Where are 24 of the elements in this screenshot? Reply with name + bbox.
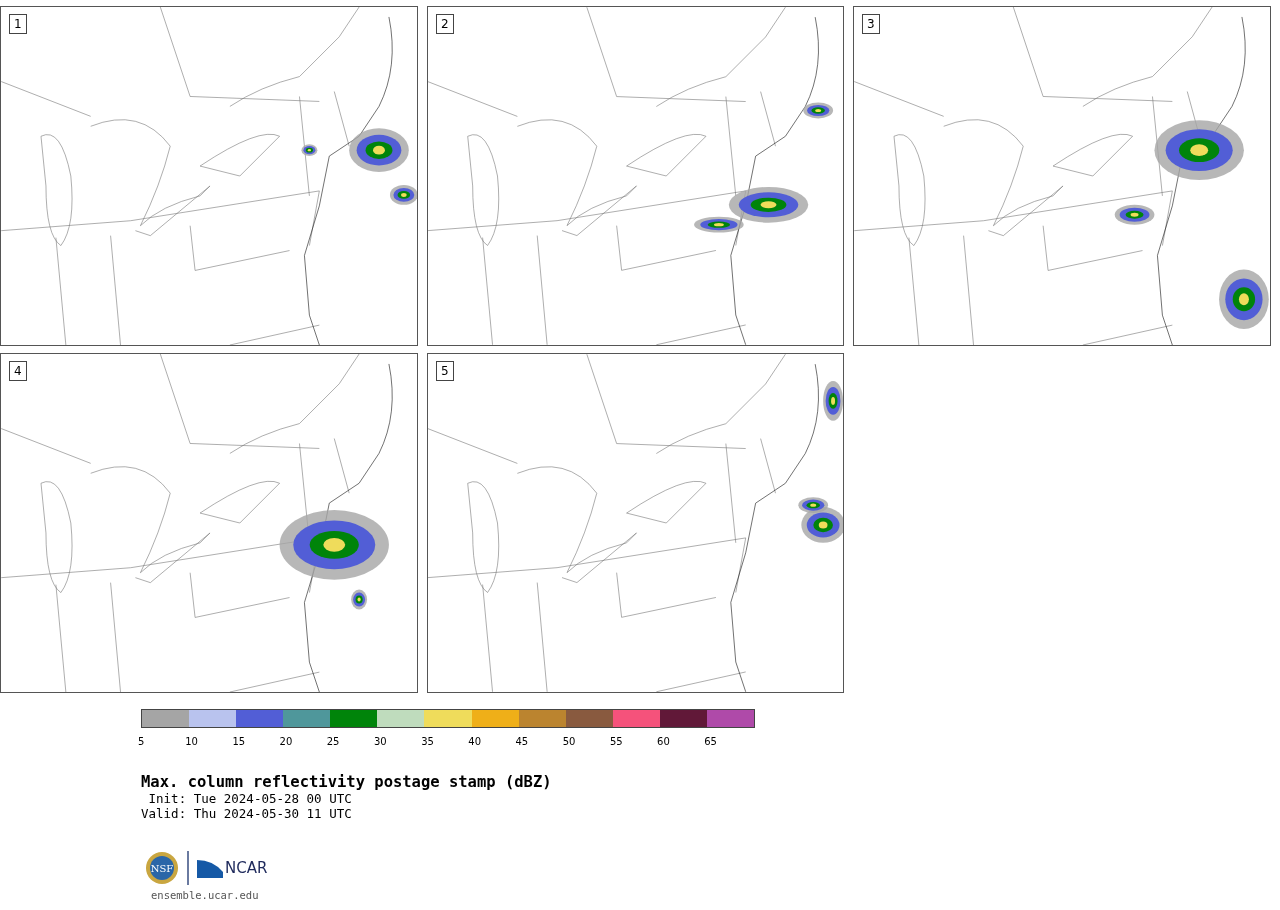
tick-label: 25 xyxy=(326,736,340,747)
chart-title: Max. column reflectivity postage stamp (dBZ) xyxy=(141,773,553,791)
nsf-logo: NSF xyxy=(145,851,179,885)
tick-label: 65 xyxy=(704,736,717,747)
tick-label: 35 xyxy=(421,736,434,747)
panel-number: 3 xyxy=(862,14,880,34)
tick-label: 20 xyxy=(279,736,293,747)
tick-label: 10 xyxy=(185,736,198,747)
tick-label: 5 xyxy=(138,736,145,747)
website-url: ensemble.ucar.edu xyxy=(151,889,260,901)
tick-label: 50 xyxy=(562,736,576,747)
panel-number: 5 xyxy=(436,361,454,381)
panel-number: 4 xyxy=(9,361,27,381)
tick-label: 45 xyxy=(515,736,529,747)
tick-label: 30 xyxy=(373,736,387,747)
ncar-logo: NCAR xyxy=(197,858,268,878)
tick-label: 60 xyxy=(657,736,670,747)
tick-label: 55 xyxy=(609,736,623,747)
tick-label: 40 xyxy=(468,736,482,747)
init-time: Init: Tue 2024-05-28 00 UTC xyxy=(147,791,353,806)
valid-time: Valid: Thu 2024-05-30 11 UTC xyxy=(141,806,353,821)
panel-number: 2 xyxy=(436,14,454,34)
panel-number: 1 xyxy=(9,14,27,34)
tick-label: 15 xyxy=(232,736,246,747)
